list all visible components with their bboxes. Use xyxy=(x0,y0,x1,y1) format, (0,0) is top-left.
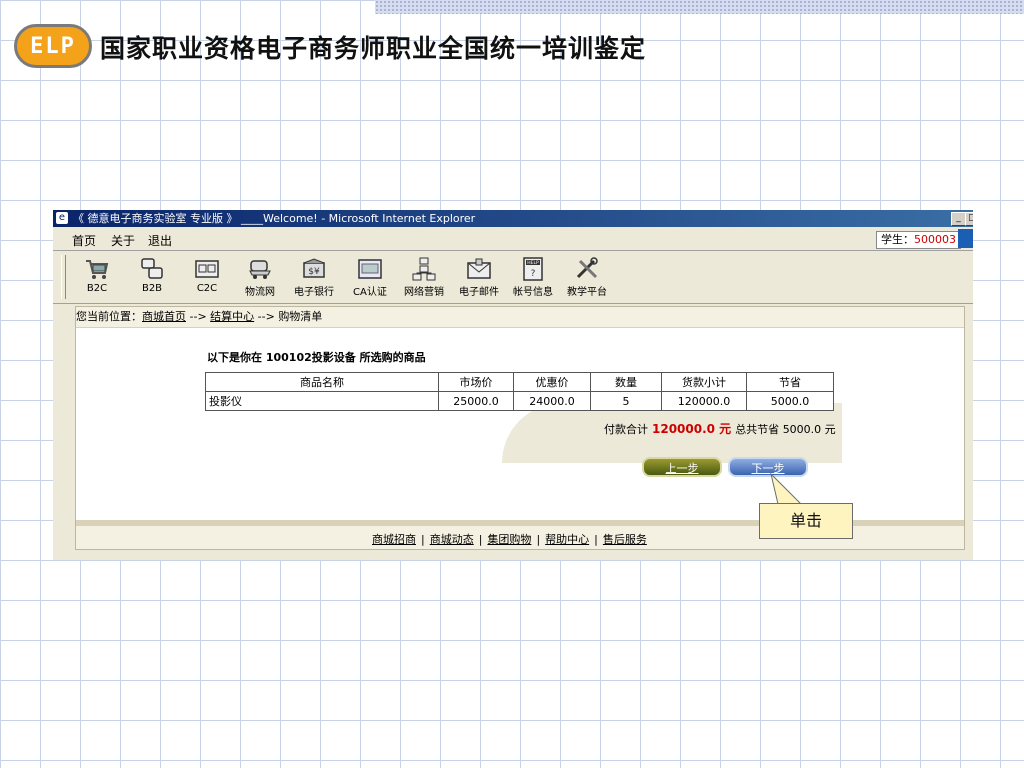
menu-logout[interactable]: 退出 xyxy=(148,232,172,249)
total-amount: 120000.0 元 xyxy=(652,422,732,436)
toolbar-item-c2c[interactable]: C2C xyxy=(194,257,220,294)
window-title: 《 德意电子商务实验室 专业版 》 ____Welcome! - Microso… xyxy=(73,212,476,225)
subtotal-cell: 120000.0 xyxy=(661,391,747,411)
network-icon xyxy=(412,257,436,281)
total-label: 付款合计 xyxy=(604,423,648,436)
savings-label: 总共节省 xyxy=(735,423,780,436)
module-toolbar: B2C B2B C2C 物流网 $¥ 电子银行 CA认证 网络营销 电子邮件 H… xyxy=(53,251,973,304)
slide-title: 国家职业资格电子商务师职业全国统一培训鉴定 xyxy=(100,34,647,63)
truck-icon xyxy=(249,260,271,279)
savings-cell: 5000.0 xyxy=(746,391,834,411)
product-name-cell: 投影仪 xyxy=(205,391,439,411)
cart-heading: 以下是你在 100102投影设备 所选购的商品 xyxy=(207,351,426,364)
discount-price-cell: 24000.0 xyxy=(513,391,591,411)
footer-link-recruit[interactable]: 商城招商 xyxy=(372,533,416,546)
previous-step-button[interactable]: 上一步 xyxy=(642,457,722,477)
footer-link-group-buy[interactable]: 集团购物 xyxy=(487,533,531,546)
quantity-cell: 5 xyxy=(590,391,662,411)
footer-link-news[interactable]: 商城动态 xyxy=(430,533,474,546)
market-price-cell: 25000.0 xyxy=(438,391,514,411)
menu-bar: 首页 关于 退出 学生：500003 xyxy=(53,228,973,251)
column-header: 优惠价 xyxy=(513,372,591,392)
c2c-icon xyxy=(195,260,219,278)
elp-logo: ELP xyxy=(14,24,92,68)
toolbar-item-account[interactable]: HELP ? 帐号信息 xyxy=(513,257,553,298)
help-icon: HELP ? xyxy=(523,257,543,281)
toolbar-item-b2c[interactable]: B2C xyxy=(84,257,110,294)
corner-logo-icon xyxy=(958,229,973,248)
svg-text:$¥: $¥ xyxy=(308,267,320,277)
breadcrumb-arrow: --> xyxy=(189,310,207,323)
next-step-button[interactable]: 下一步 xyxy=(728,457,808,477)
toolbar-grip[interactable] xyxy=(61,255,66,299)
mail-icon xyxy=(467,258,491,279)
toolbar-item-email[interactable]: 电子邮件 xyxy=(459,257,499,298)
footer-link-help[interactable]: 帮助中心 xyxy=(545,533,589,546)
breadcrumb-arrow: --> xyxy=(257,310,275,323)
cart-table: 商品名称 市场价 优惠价 数量 货款小计 节省 投影仪 25000.0 2400… xyxy=(205,372,834,411)
student-badge: 学生：500003 xyxy=(876,231,961,249)
ie-icon: e xyxy=(56,212,68,224)
browser-titlebar: e 《 德意电子商务实验室 专业版 》 ____Welcome! - Micro… xyxy=(53,210,973,227)
student-label: 学生： xyxy=(881,233,914,246)
breadcrumb-checkout-link[interactable]: 结算中心 xyxy=(210,310,254,323)
b2b-icon xyxy=(141,258,163,279)
menu-about[interactable]: 关于 xyxy=(111,232,135,249)
savings-amount: 5000.0 元 xyxy=(782,423,836,436)
certificate-icon xyxy=(358,259,382,279)
table-row: 投影仪 25000.0 24000.0 5 120000.0 5000.0 xyxy=(205,391,834,411)
footer-link-aftersales[interactable]: 售后服务 xyxy=(603,533,647,546)
logo-text: ELP xyxy=(30,33,76,59)
toolbar-item-b2b[interactable]: B2B xyxy=(139,257,165,294)
column-header: 节省 xyxy=(746,372,834,392)
toolbar-item-marketing[interactable]: 网络营销 xyxy=(404,257,444,298)
toolbar-item-logistics[interactable]: 物流网 xyxy=(245,257,275,298)
click-callout: 单击 xyxy=(759,503,853,539)
slide-top-band xyxy=(375,0,1024,14)
breadcrumb: 您当前位置：商城首页 --> 结算中心 --> 购物清单 xyxy=(76,307,964,328)
breadcrumb-home-link[interactable]: 商城首页 xyxy=(142,310,186,323)
toolbar-item-teaching[interactable]: 教学平台 xyxy=(567,257,607,298)
student-id: 500003 xyxy=(914,233,956,246)
toolbar-item-ca[interactable]: CA认证 xyxy=(353,257,387,298)
table-header-row: 商品名称 市场价 优惠价 数量 货款小计 节省 xyxy=(205,372,834,392)
bank-icon: $¥ xyxy=(303,258,325,278)
order-total: 付款合计 120000.0 元总共节省 5000.0 元 xyxy=(604,420,836,437)
svg-text:?: ? xyxy=(531,269,536,279)
minimize-button[interactable]: _ xyxy=(951,212,966,226)
svg-text:HELP: HELP xyxy=(527,260,539,266)
breadcrumb-current: 购物清单 xyxy=(278,310,323,323)
column-header: 数量 xyxy=(590,372,662,392)
column-header: 货款小计 xyxy=(661,372,747,392)
cart-icon xyxy=(86,260,109,279)
footer-links: 商城招商 | 商城动态 | 集团购物 | 帮助中心 | 售后服务 xyxy=(372,533,647,546)
maximize-button[interactable]: □ xyxy=(965,212,973,226)
column-header: 市场价 xyxy=(438,372,514,392)
breadcrumb-prefix: 您当前位置： xyxy=(76,310,142,323)
callout-text: 单击 xyxy=(789,511,822,530)
column-header: 商品名称 xyxy=(205,372,439,392)
menu-home[interactable]: 首页 xyxy=(72,232,96,249)
toolbar-item-ebank[interactable]: $¥ 电子银行 xyxy=(294,257,334,298)
tools-icon xyxy=(576,257,598,279)
